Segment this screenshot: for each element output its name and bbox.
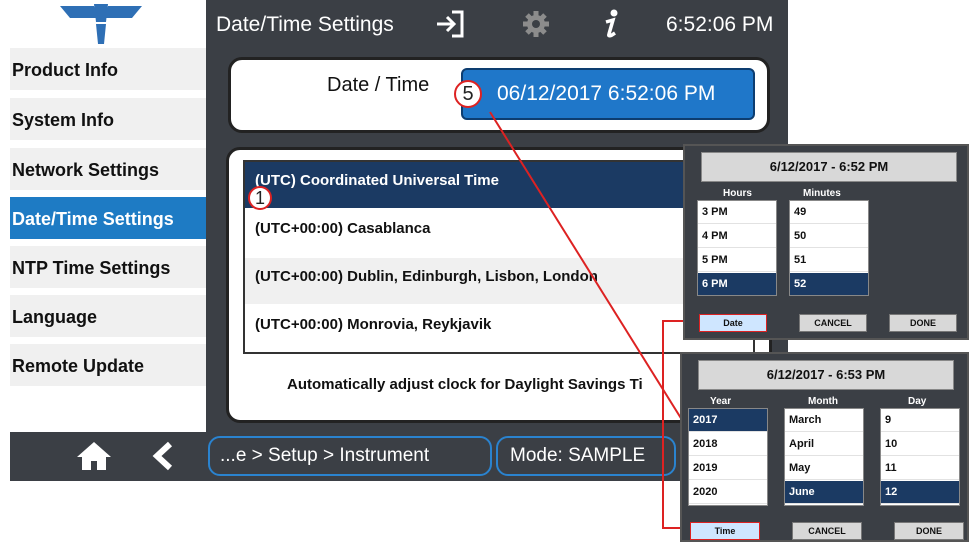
minutes-option[interactable]: 50 bbox=[790, 225, 868, 248]
day-option[interactable]: 9 bbox=[881, 409, 959, 432]
month-option[interactable]: April bbox=[785, 433, 863, 456]
year-picker[interactable]: 2017 2018 2019 2020 bbox=[688, 408, 768, 506]
cancel-button[interactable]: CANCEL bbox=[792, 522, 862, 540]
month-label: Month bbox=[808, 396, 838, 407]
month-option[interactable]: May bbox=[785, 457, 863, 480]
time-dialog-title: 6/12/2017 - 6:52 PM bbox=[701, 152, 957, 182]
year-label: Year bbox=[710, 396, 732, 407]
month-picker[interactable]: March April May June bbox=[784, 408, 864, 506]
hours-option[interactable]: 5 PM bbox=[698, 249, 776, 272]
day-option[interactable]: 12 bbox=[881, 481, 959, 504]
day-option[interactable]: 11 bbox=[881, 457, 959, 480]
year-option[interactable]: 2017 bbox=[689, 409, 767, 432]
time-button[interactable]: Time bbox=[690, 522, 760, 540]
hours-picker[interactable]: 3 PM 4 PM 5 PM 6 PM bbox=[697, 200, 777, 296]
month-option[interactable]: June bbox=[785, 481, 863, 504]
minutes-picker[interactable]: 49 50 51 52 bbox=[789, 200, 869, 296]
day-picker[interactable]: 9 10 11 12 bbox=[880, 408, 960, 506]
cancel-button[interactable]: CANCEL bbox=[799, 314, 867, 332]
date-picker-dialog: 6/12/2017 - 6:53 PM Year Month Day 2017 … bbox=[680, 352, 969, 542]
minutes-option[interactable]: 52 bbox=[790, 273, 868, 295]
date-dialog-title: 6/12/2017 - 6:53 PM bbox=[698, 360, 954, 390]
minutes-label: Minutes bbox=[803, 188, 841, 199]
hours-option[interactable]: 4 PM bbox=[698, 225, 776, 248]
done-button[interactable]: DONE bbox=[889, 314, 957, 332]
minutes-option[interactable]: 51 bbox=[790, 249, 868, 272]
day-option[interactable]: 10 bbox=[881, 433, 959, 456]
year-option[interactable]: 2019 bbox=[689, 457, 767, 480]
date-button[interactable]: Date bbox=[699, 314, 767, 332]
done-button[interactable]: DONE bbox=[894, 522, 964, 540]
year-option[interactable]: 2020 bbox=[689, 481, 767, 504]
hours-option[interactable]: 3 PM bbox=[698, 201, 776, 224]
time-picker-dialog: 6/12/2017 - 6:52 PM Hours Minutes 3 PM 4… bbox=[683, 144, 969, 340]
year-option[interactable]: 2018 bbox=[689, 433, 767, 456]
hours-label: Hours bbox=[723, 188, 752, 199]
minutes-option[interactable]: 49 bbox=[790, 201, 868, 224]
hours-option[interactable]: 6 PM bbox=[698, 273, 776, 295]
day-label: Day bbox=[908, 396, 927, 407]
month-option[interactable]: March bbox=[785, 409, 863, 432]
